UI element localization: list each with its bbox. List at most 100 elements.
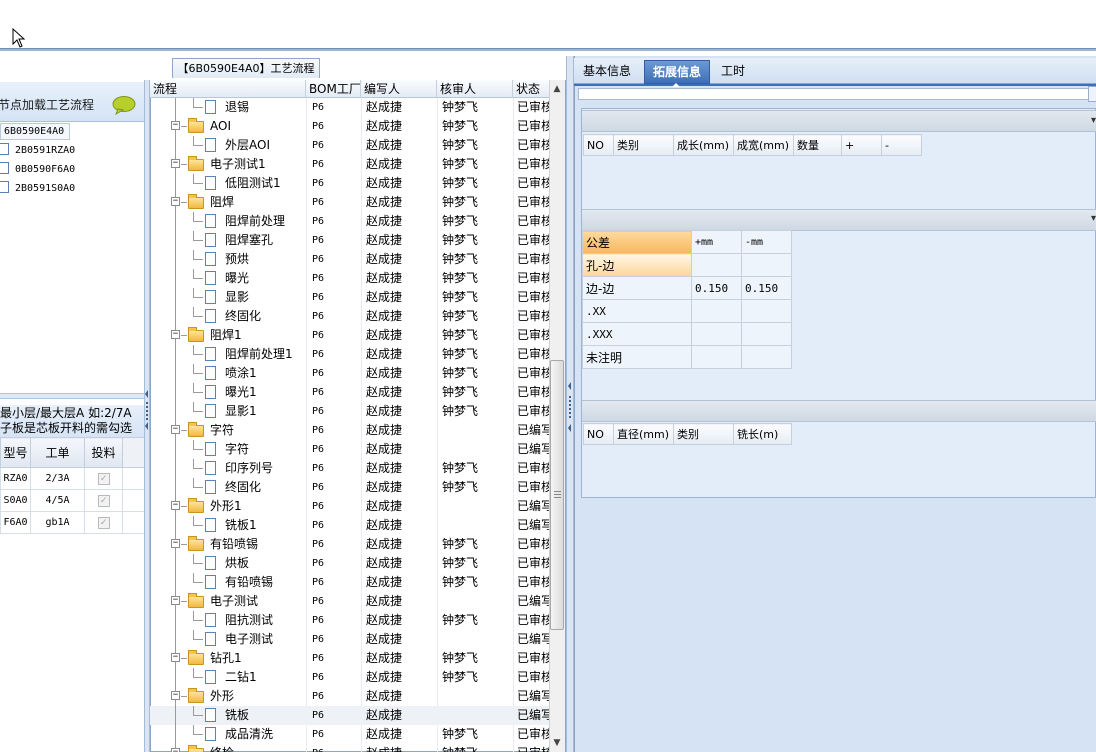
scrollbar-thumb[interactable] [550,360,564,630]
table-row[interactable]: 显影1 P6 赵成捷 钟梦飞 已审核 [150,402,550,421]
table-row[interactable]: − AOI P6 赵成捷 钟梦飞 已审核 [150,117,550,136]
section-collapse-icon[interactable]: ▾ [1091,213,1096,224]
tolerance-plus-cell[interactable]: 0.150 [691,276,742,300]
collapse-toggle-icon[interactable]: − [171,330,180,339]
top-field-button[interactable] [1088,86,1096,102]
tree-child-node[interactable]: 2B0591S0A0 [0,180,120,198]
table-row[interactable]: .XXX [582,322,792,346]
col-header-status[interactable]: 状态 [513,80,550,98]
table-row[interactable]: − 字符 P6 赵成捷 已编写 [150,421,550,440]
table-row[interactable]: 成品清洗 P6 赵成捷 钟梦飞 已审核 [150,725,550,744]
table-row[interactable]: 阻焊前处理1 P6 赵成捷 钟梦飞 已审核 [150,345,550,364]
table-row[interactable]: 二钻1 P6 赵成捷 钟梦飞 已审核 [150,668,550,687]
col-no[interactable]: NO [583,423,614,445]
table-row[interactable]: − 阻焊 P6 赵成捷 钟梦飞 已审核 [150,193,550,212]
col-milling-length[interactable]: 铣长(m) [733,423,792,445]
table-row[interactable]: 印序列号 P6 赵成捷 钟梦飞 已审核 [150,459,550,478]
tolerance-minus-cell[interactable]: 0.150 [741,276,792,300]
table-row[interactable]: − 电子测试1 P6 赵成捷 钟梦飞 已审核 [150,155,550,174]
table-row[interactable]: 阻焊前处理 P6 赵成捷 钟梦飞 已审核 [150,212,550,231]
col-no[interactable]: NO [583,134,614,156]
tolerance-plus-cell[interactable] [691,299,742,323]
table-row[interactable]: 孔-边 [582,253,792,277]
tolerance-minus-cell[interactable] [741,253,792,277]
col-header-author[interactable]: 编写人 [361,80,437,98]
add-row-button[interactable]: + [841,134,882,156]
col-quantity[interactable]: 数量 [793,134,842,156]
table-row[interactable]: 边-边 0.150 0.150 [582,276,792,300]
collapse-toggle-icon[interactable]: − [171,425,180,434]
table-row[interactable]: − 外形 P6 赵成捷 已编写 [150,687,550,706]
section-collapse-icon[interactable]: ▾ [1091,115,1096,126]
tolerance-plus-cell[interactable] [691,253,742,277]
tree-root-node[interactable]: 6B0590E4A0 [0,123,70,140]
tab-work-hours[interactable]: 工时 [714,60,752,84]
tolerance-plus-cell[interactable] [691,322,742,346]
feed-checkbox[interactable]: ✓ [97,494,110,507]
collapse-toggle-icon[interactable]: − [171,159,180,168]
tolerance-plus-cell[interactable] [691,345,742,369]
table-row[interactable]: 有铅喷锡 P6 赵成捷 钟梦飞 已审核 [150,573,550,592]
scroll-up-arrow-icon[interactable]: ▲ [550,84,564,94]
table-row[interactable]: RZA0 2/3A ✓ [0,467,146,490]
table-row[interactable]: 喷涂1 P6 赵成捷 钟梦飞 已审核 [150,364,550,383]
col-category[interactable]: 类别 [673,423,734,445]
col-header-bom[interactable]: BOM工厂 [306,80,361,98]
table-row[interactable]: 铣板1 P6 赵成捷 已编写 [150,516,550,535]
table-row[interactable]: 曝光 P6 赵成捷 钟梦飞 已审核 [150,269,550,288]
col-diameter[interactable]: 直径(mm) [613,423,674,445]
table-row[interactable]: 字符 P6 赵成捷 已编写 [150,440,550,459]
table-row[interactable]: 终固化 P6 赵成捷 钟梦飞 已审核 [150,307,550,326]
process-flow-tab[interactable]: 【6B0590E4A0】工艺流程 [172,58,320,78]
left-horizontal-splitter[interactable] [0,393,146,399]
speech-bubble-icon[interactable] [112,95,136,115]
table-row[interactable]: .XX [582,299,792,323]
feed-checkbox[interactable]: ✓ [97,472,110,485]
scroll-down-arrow-icon[interactable]: ▼ [550,738,564,748]
table-row[interactable]: 铣板 P6 赵成捷 已编写 [150,706,550,725]
collapse-toggle-icon[interactable]: − [171,539,180,548]
table-row[interactable]: 阻焊塞孔 P6 赵成捷 钟梦飞 已审核 [150,231,550,250]
table-row[interactable]: − 有铅喷锡 P6 赵成捷 钟梦飞 已审核 [150,535,550,554]
table-row[interactable]: − 外形1 P6 赵成捷 已编写 [150,497,550,516]
table-row[interactable]: 低阻测试1 P6 赵成捷 钟梦飞 已审核 [150,174,550,193]
table-row[interactable]: 预烘 P6 赵成捷 钟梦飞 已审核 [150,250,550,269]
collapse-toggle-icon[interactable]: − [171,501,180,510]
grid-header-feed[interactable]: 投料 [84,437,123,468]
col-category[interactable]: 类别 [613,134,674,156]
remove-row-button[interactable]: - [881,134,922,156]
collapse-toggle-icon[interactable]: − [171,197,180,206]
middle-vertical-splitter[interactable] [566,56,574,752]
table-row[interactable]: S0A0 4/5A ✓ [0,489,146,512]
table-row[interactable]: 显影 P6 赵成捷 钟梦飞 已审核 [150,288,550,307]
tree-child-node[interactable]: 2B0591RZA0 [0,142,120,160]
table-row[interactable]: 退锡 P6 赵成捷 钟梦飞 已审核 [150,98,550,117]
table-row[interactable]: − 阻焊1 P6 赵成捷 钟梦飞 已审核 [150,326,550,345]
tree-child-node[interactable]: 0B0590F6A0 [0,161,120,179]
table-row[interactable]: 电子测试 P6 赵成捷 已编写 [150,630,550,649]
feed-checkbox[interactable]: ✓ [97,516,110,529]
collapse-toggle-icon[interactable]: − [171,596,180,605]
table-row[interactable]: F6A0 gb1A ✓ [0,511,146,534]
table-row[interactable]: 阻抗测试 P6 赵成捷 钟梦飞 已审核 [150,611,550,630]
top-splitter[interactable] [0,48,1096,51]
table-row[interactable]: 曝光1 P6 赵成捷 钟梦飞 已审核 [150,383,550,402]
collapse-toggle-icon[interactable]: − [171,691,180,700]
grid-header-model[interactable]: 型号 [0,437,31,468]
top-input-field[interactable] [578,88,1090,100]
tab-extended-info[interactable]: 拓展信息 [644,60,710,84]
table-row[interactable]: 终固化 P6 赵成捷 钟梦飞 已审核 [150,478,550,497]
collapse-toggle-icon[interactable]: − [171,121,180,130]
col-header-reviewer[interactable]: 核审人 [437,80,513,98]
table-row[interactable]: 未注明 [582,345,792,369]
table-row[interactable]: − 终检 P6 赵成捷钟梦飞已审核 [150,744,550,752]
tolerance-minus-cell[interactable] [741,322,792,346]
col-finished-length[interactable]: 成长(mm) [673,134,734,156]
col-finished-width[interactable]: 成宽(mm) [733,134,794,156]
grid-header-order[interactable]: 工单 [30,437,85,468]
col-header-flow[interactable]: 流程 [150,80,306,98]
tolerance-minus-cell[interactable] [741,345,792,369]
tab-basic-info[interactable]: 基本信息 [576,60,638,84]
tolerance-minus-cell[interactable] [741,299,792,323]
table-row[interactable]: − 钻孔1 P6 赵成捷 钟梦飞 已审核 [150,649,550,668]
